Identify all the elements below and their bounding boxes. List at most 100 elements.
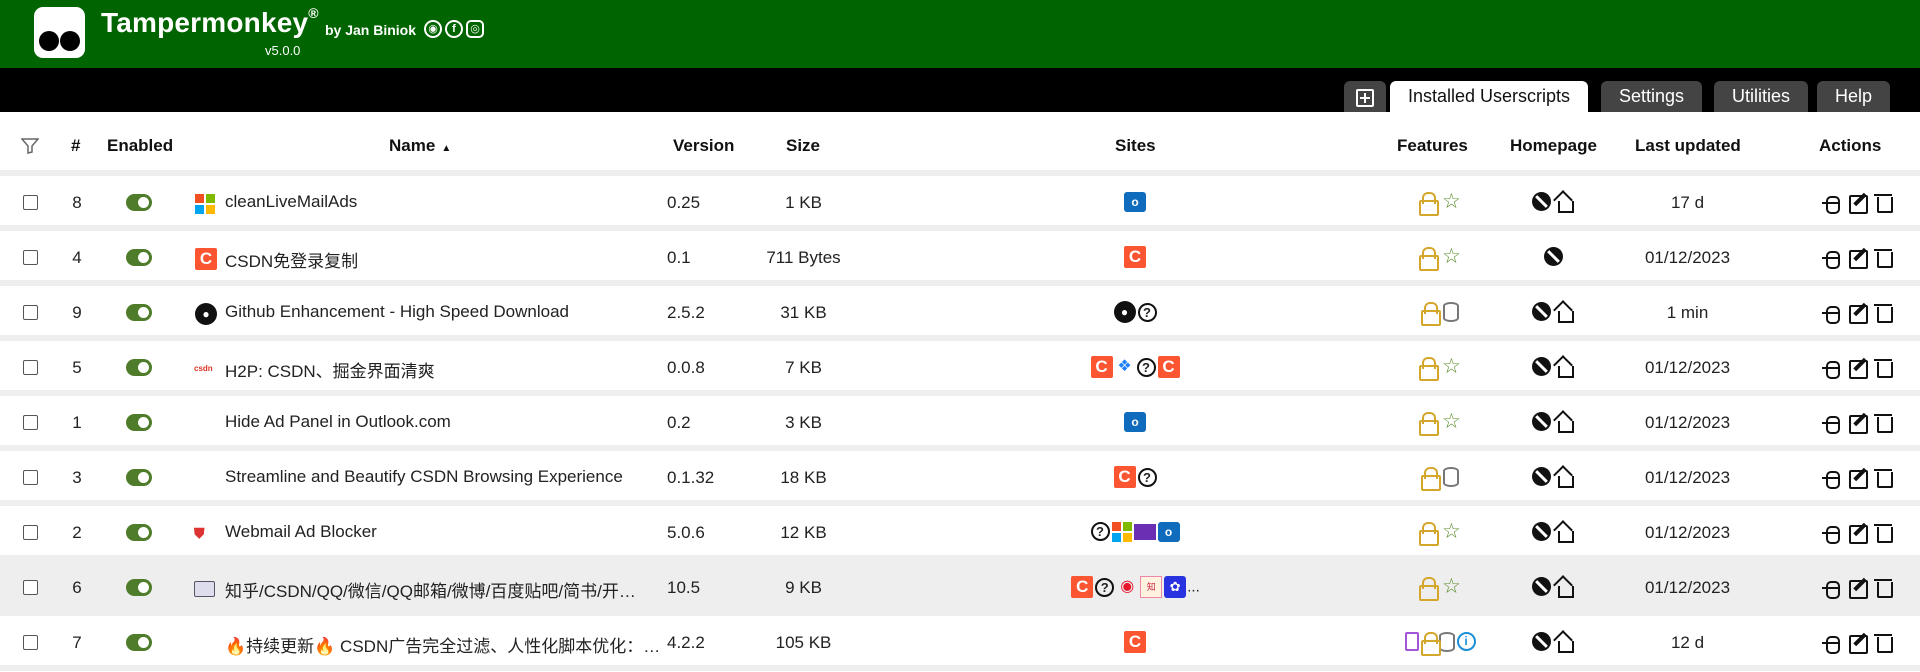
- star-icon[interactable]: ☆: [1442, 521, 1461, 542]
- script-name[interactable]: 知乎/CSDN/QQ/微信/QQ邮箱/微博/百度贴吧/简书/开…: [225, 577, 636, 602]
- homepage-icon[interactable]: [1531, 357, 1551, 377]
- unknown-site-icon[interactable]: ?: [1137, 467, 1157, 487]
- row-checkbox[interactable]: [23, 470, 38, 485]
- edit-icon[interactable]: [1848, 467, 1868, 489]
- row-checkbox[interactable]: [23, 525, 38, 540]
- microsoft-icon[interactable]: [1111, 521, 1132, 542]
- script-name[interactable]: 🔥持续更新🔥 CSDN广告完全过滤、人性化脚本优化：…: [225, 632, 660, 657]
- bug-icon[interactable]: [1821, 467, 1841, 489]
- enabled-toggle[interactable]: [126, 469, 152, 486]
- bug-icon[interactable]: [1821, 412, 1841, 434]
- edit-icon[interactable]: [1848, 247, 1868, 269]
- script-name[interactable]: CSDN免登录复制: [225, 247, 358, 272]
- col-enabled[interactable]: Enabled: [107, 136, 173, 156]
- trash-icon[interactable]: [1874, 412, 1894, 433]
- home-icon[interactable]: [1553, 577, 1575, 598]
- enabled-toggle[interactable]: [126, 359, 152, 376]
- trash-icon[interactable]: [1874, 632, 1894, 653]
- outlook-icon[interactable]: o: [1157, 521, 1180, 542]
- outlook-icon[interactable]: o: [1124, 191, 1146, 212]
- database-icon[interactable]: [1438, 631, 1455, 652]
- lock-icon[interactable]: [1420, 301, 1441, 326]
- tab-installed-userscripts[interactable]: Installed Userscripts: [1390, 81, 1589, 112]
- outlook-icon[interactable]: o: [1124, 411, 1146, 432]
- col-homepage[interactable]: Homepage: [1510, 136, 1597, 156]
- trash-icon[interactable]: [1874, 192, 1894, 213]
- edit-icon[interactable]: [1848, 357, 1868, 379]
- homepage-icon[interactable]: [1531, 467, 1551, 487]
- lock-icon[interactable]: [1419, 411, 1440, 436]
- csdn-icon[interactable]: C: [1071, 576, 1094, 598]
- lock-icon[interactable]: [1419, 576, 1440, 601]
- star-icon[interactable]: ☆: [1442, 576, 1461, 597]
- script-name[interactable]: H2P: CSDN、掘金界面清爽: [225, 357, 435, 382]
- enabled-toggle[interactable]: [126, 524, 152, 541]
- home-icon[interactable]: [1553, 412, 1575, 433]
- home-icon[interactable]: [1553, 632, 1575, 653]
- col-version[interactable]: Version: [673, 136, 734, 156]
- baidu-icon[interactable]: ✿: [1164, 576, 1187, 598]
- homepage-icon[interactable]: [1531, 577, 1551, 597]
- col-features[interactable]: Features: [1397, 136, 1468, 156]
- homepage-icon[interactable]: [1531, 302, 1551, 322]
- edit-icon[interactable]: [1848, 302, 1868, 324]
- csdn-icon[interactable]: C: [1124, 246, 1146, 268]
- file-icon[interactable]: [1404, 632, 1419, 652]
- homepage-icon[interactable]: [1531, 522, 1551, 542]
- enabled-toggle[interactable]: [126, 414, 152, 431]
- bug-icon[interactable]: [1821, 302, 1841, 324]
- edit-icon[interactable]: [1848, 192, 1868, 214]
- tab-settings[interactable]: Settings: [1601, 81, 1703, 112]
- star-icon[interactable]: ☆: [1442, 411, 1461, 432]
- col-num[interactable]: #: [71, 136, 80, 156]
- csdn-icon[interactable]: C: [1090, 356, 1113, 378]
- trash-icon[interactable]: [1874, 522, 1894, 543]
- col-sites[interactable]: Sites: [1115, 136, 1156, 156]
- star-icon[interactable]: ☆: [1442, 191, 1461, 212]
- star-icon[interactable]: ☆: [1442, 246, 1461, 267]
- homepage-icon[interactable]: [1543, 247, 1563, 267]
- row-checkbox[interactable]: [23, 360, 38, 375]
- facebook-icon[interactable]: f: [445, 20, 463, 38]
- filter-icon[interactable]: [21, 138, 39, 154]
- weibo-icon[interactable]: ◉: [1116, 576, 1138, 598]
- bug-icon[interactable]: [1821, 357, 1841, 379]
- home-icon[interactable]: [1553, 357, 1575, 378]
- csdn-icon[interactable]: C: [1113, 466, 1136, 488]
- csdn-icon[interactable]: C: [1124, 631, 1146, 653]
- home-icon[interactable]: [1553, 192, 1575, 213]
- trash-icon[interactable]: [1874, 467, 1894, 488]
- bug-icon[interactable]: [1821, 247, 1841, 269]
- home-icon[interactable]: [1553, 522, 1575, 543]
- bug-icon[interactable]: [1821, 522, 1841, 544]
- lock-icon[interactable]: [1420, 466, 1441, 491]
- star-icon[interactable]: ☆: [1442, 356, 1461, 377]
- script-name[interactable]: Streamline and Beautify CSDN Browsing Ex…: [225, 467, 623, 487]
- edit-icon[interactable]: [1848, 632, 1868, 654]
- home-icon[interactable]: [1553, 302, 1575, 323]
- script-name[interactable]: Github Enhancement - High Speed Download: [225, 302, 569, 322]
- lock-icon[interactable]: [1420, 631, 1441, 656]
- homepage-icon[interactable]: [1531, 192, 1551, 212]
- zhihu-icon[interactable]: 知: [1140, 576, 1163, 598]
- unknown-site-icon[interactable]: ?: [1095, 577, 1115, 597]
- github-icon[interactable]: ◉: [424, 20, 442, 38]
- row-checkbox[interactable]: [23, 580, 38, 595]
- row-checkbox[interactable]: [23, 415, 38, 430]
- info-icon[interactable]: i: [1456, 632, 1476, 652]
- script-name[interactable]: Hide Ad Panel in Outlook.com: [225, 412, 451, 432]
- lock-icon[interactable]: [1419, 521, 1440, 546]
- enabled-toggle[interactable]: [126, 579, 152, 596]
- mail-icon[interactable]: [1133, 523, 1156, 540]
- unknown-site-icon[interactable]: ?: [1090, 522, 1110, 542]
- script-name[interactable]: Webmail Ad Blocker: [225, 522, 377, 542]
- lock-icon[interactable]: [1419, 191, 1440, 216]
- row-checkbox[interactable]: [23, 305, 38, 320]
- new-script-button[interactable]: [1344, 81, 1386, 112]
- trash-icon[interactable]: [1874, 302, 1894, 323]
- col-name[interactable]: Name ▲: [389, 136, 451, 156]
- csdn-icon[interactable]: C: [1157, 356, 1180, 378]
- row-checkbox[interactable]: [23, 635, 38, 650]
- enabled-toggle[interactable]: [126, 634, 152, 651]
- enabled-toggle[interactable]: [126, 304, 152, 321]
